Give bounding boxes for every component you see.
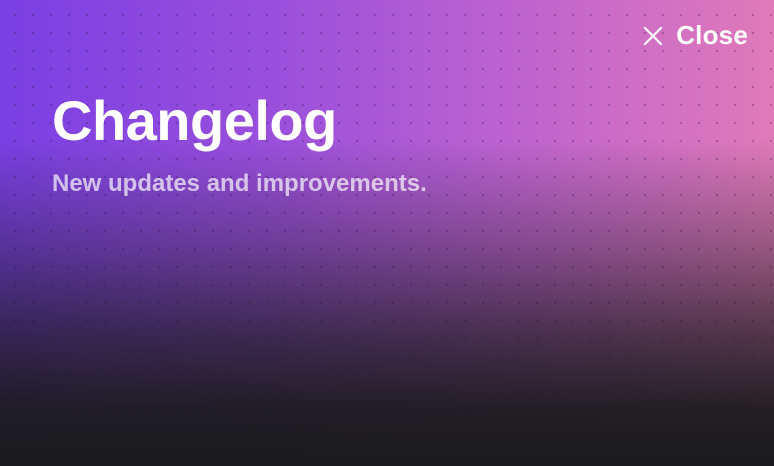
changelog-panel: Close Changelog New updates and improvem… <box>0 0 774 466</box>
close-button-label: Close <box>676 20 748 50</box>
page-title: Changelog <box>52 89 337 152</box>
close-icon <box>642 25 664 47</box>
close-button[interactable]: Close <box>642 18 748 53</box>
changelog-header: Changelog New updates and improvements. <box>52 90 427 198</box>
page-subtitle: New updates and improvements. <box>52 169 427 197</box>
